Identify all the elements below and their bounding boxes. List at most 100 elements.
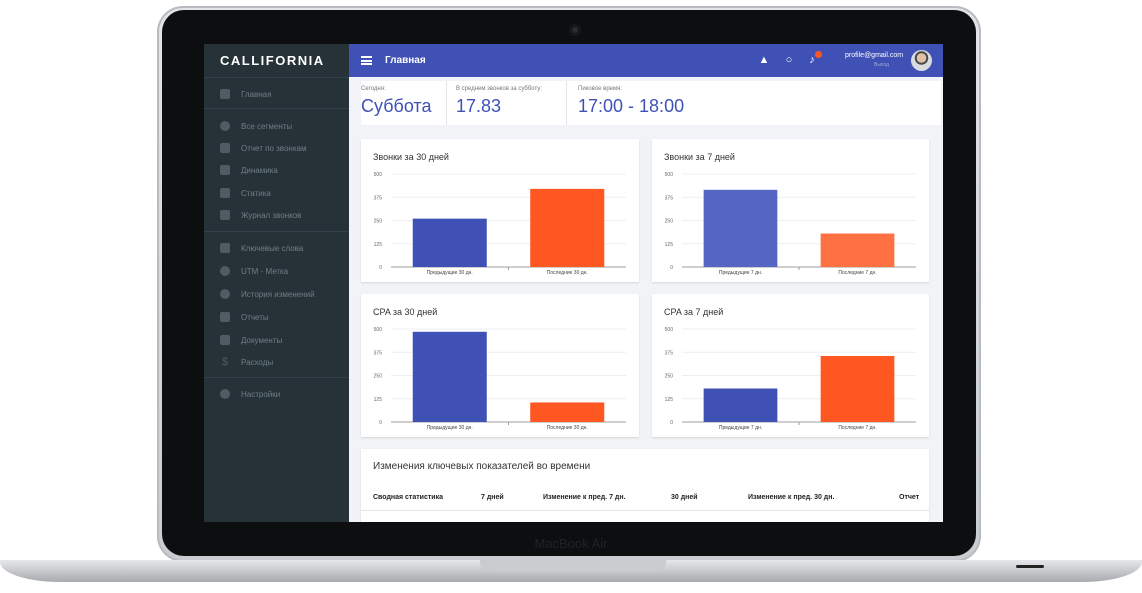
profile-subtext[interactable]: Выход <box>874 62 889 68</box>
tag-icon <box>220 243 230 253</box>
sidebar-item-label: Статика <box>241 188 271 198</box>
chart-card: CPA за 7 дней 0 125 250 375 500 Предыдущие 7 … <box>652 294 929 437</box>
y-tick-label: 125 <box>665 397 674 403</box>
page-title: Главная <box>385 55 426 66</box>
sidebar-item-segments[interactable]: Все сегменты <box>204 116 349 136</box>
sidebar-item-expenses[interactable]: $ Расходы <box>204 352 349 372</box>
table-header[interactable]: 30 дней <box>671 494 698 501</box>
x-tick-label: Предыдущие 7 дн. <box>719 270 762 276</box>
sidebar-item-keywords[interactable]: Ключевые слова <box>204 238 349 258</box>
y-tick-label: 375 <box>374 195 383 201</box>
phone-icon <box>220 143 230 153</box>
y-tick-label: 0 <box>379 420 382 426</box>
sidebar-divider <box>204 77 349 78</box>
stat-divider <box>446 81 447 125</box>
x-tick-label: Последние 30 дн. <box>547 270 588 276</box>
stat-divider <box>566 81 567 125</box>
y-tick-label: 500 <box>665 327 674 333</box>
sidebar-item-label: Динамика <box>241 165 278 175</box>
chart-card: Звонки за 7 дней 0 125 250 375 500 Предыдущие… <box>652 139 929 282</box>
bar-chart: 0 125 250 375 500 Предыдущие 7 дн. Последние 7… <box>665 327 916 431</box>
sidebar-item-call-journal[interactable]: Журнал звонков <box>204 205 349 225</box>
bar <box>412 331 487 422</box>
table-header[interactable]: Отчет <box>899 494 919 501</box>
gear-icon <box>220 389 230 399</box>
stat-value: 17.83 <box>456 96 502 116</box>
bulb-icon[interactable]: ○ <box>783 54 795 66</box>
sidebar-item-documents[interactable]: Документы <box>204 330 349 350</box>
stats-bar: Сегодня: Суббота В среднем звонков за су… <box>361 81 941 125</box>
y-tick-label: 375 <box>374 350 383 356</box>
sidebar-item-label: Ключевые слова <box>241 243 304 253</box>
device-brand: MacBook Air <box>534 536 608 551</box>
sidebar-item-settings[interactable]: Настройки <box>204 384 349 404</box>
sidebar-divider <box>204 377 349 378</box>
table-header[interactable]: Изменение к пред. 7 дн. <box>543 494 626 501</box>
stat-peak-time: Пиковое время: 17:00 - 18:00 <box>578 81 728 125</box>
sidebar-item-label: Журнал звонков <box>241 210 302 220</box>
x-tick-label: Последние 7 дн. <box>838 425 876 431</box>
app-logo[interactable]: CALLIFORNIA <box>204 44 349 77</box>
sidebar-item-calls-report[interactable]: Отчет по звонкам <box>204 138 349 158</box>
y-tick-label: 250 <box>665 219 674 225</box>
y-tick-label: 125 <box>374 242 383 248</box>
sidebar-item-dynamics[interactable]: Динамика <box>204 160 349 180</box>
school-icon[interactable]: ▲ <box>758 54 770 66</box>
y-tick-label: 0 <box>670 420 673 426</box>
bar <box>412 218 487 267</box>
sidebar-item-reports[interactable]: Отчеты <box>204 307 349 327</box>
report-icon <box>220 312 230 322</box>
stat-label: Пиковое время: <box>578 86 623 92</box>
table-header[interactable]: 7 дней <box>481 494 504 501</box>
app-screen: CALLIFORNIA Главная Все сегменты Отчет п… <box>204 44 943 522</box>
bar <box>820 355 895 422</box>
camera-icon <box>569 24 581 36</box>
bar-chart: 0 125 250 375 500 Предыдущие 30 дн. Последние … <box>374 172 626 276</box>
sidebar-item-label: Расходы <box>241 357 274 367</box>
segments-icon <box>220 121 230 131</box>
stat-today: Сегодня: Суббота <box>361 81 446 125</box>
profile-email[interactable]: profile@gmail.com <box>845 52 903 59</box>
columns-icon <box>220 188 230 198</box>
stat-label: Сегодня: <box>361 86 386 92</box>
sidebar-item-label: Настройки <box>241 389 281 399</box>
sidebar-item-label: UTM - Метка <box>241 266 289 276</box>
table-header[interactable]: Изменение к пред. 30 дн. <box>748 494 834 501</box>
search-icon <box>220 266 230 276</box>
top-bar: Главная ▲ ○ ♪ profile@gmail.com Выход <box>349 44 943 77</box>
x-tick-label: Предыдущие 30 дн. <box>427 270 473 276</box>
y-tick-label: 125 <box>374 397 383 403</box>
y-tick-label: 0 <box>670 265 673 271</box>
avatar[interactable] <box>911 50 932 71</box>
bar <box>530 188 605 267</box>
y-tick-label: 375 <box>665 195 674 201</box>
journal-icon <box>220 210 230 220</box>
y-tick-label: 250 <box>374 219 383 225</box>
dollar-icon: $ <box>221 356 229 368</box>
laptop-led <box>1016 565 1044 568</box>
y-tick-label: 250 <box>665 374 674 380</box>
table-header[interactable]: Сводная статистика <box>373 494 443 501</box>
x-tick-label: Последние 7 дн. <box>838 270 876 276</box>
table-header-divider <box>361 510 929 511</box>
sidebar-item-statics[interactable]: Статика <box>204 183 349 203</box>
y-tick-label: 500 <box>665 172 674 178</box>
sidebar-item-label: История изменений <box>241 289 315 299</box>
y-tick-label: 125 <box>665 242 674 248</box>
menu-icon[interactable] <box>361 56 372 65</box>
document-icon <box>220 335 230 345</box>
stat-value: Суббота <box>361 96 432 116</box>
sidebar-item-history[interactable]: История изменений <box>204 284 349 304</box>
bar <box>703 189 778 267</box>
sidebar-divider <box>204 108 349 109</box>
y-tick-label: 500 <box>374 327 383 333</box>
bar-chart: 0 125 250 375 500 Предыдущие 7 дн. Последние 7… <box>665 172 916 276</box>
y-tick-label: 500 <box>374 172 383 178</box>
x-tick-label: Последние 30 дн. <box>547 425 588 431</box>
notification-badge <box>815 51 822 58</box>
chart-card: CPA за 30 дней 0 125 250 375 500 Предыдущие 3… <box>361 294 639 437</box>
x-tick-label: Предыдущие 7 дн. <box>719 425 762 431</box>
sidebar-item-utm[interactable]: UTM - Метка <box>204 261 349 281</box>
sidebar-item-home[interactable]: Главная <box>204 84 349 104</box>
y-tick-label: 0 <box>379 265 382 271</box>
